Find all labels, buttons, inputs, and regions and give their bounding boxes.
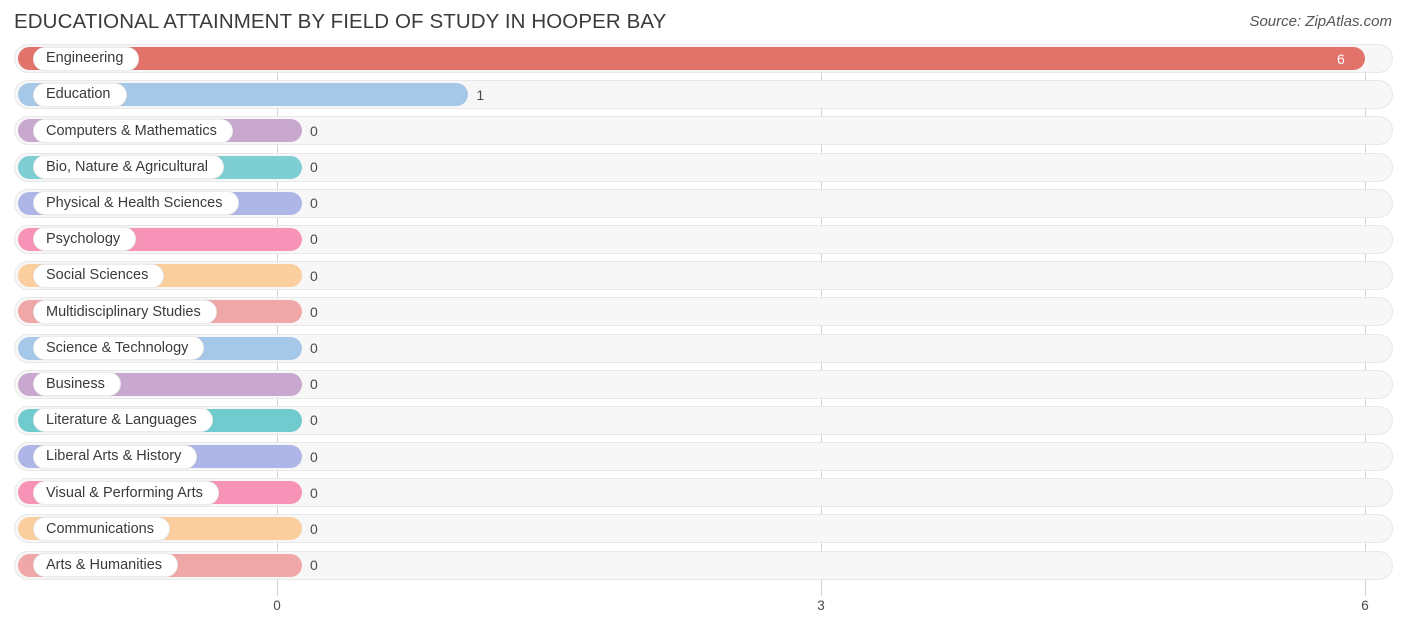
category-label-pill: Business	[33, 372, 121, 397]
page-title: EDUCATIONAL ATTAINMENT BY FIELD OF STUDY…	[14, 10, 667, 33]
category-label: Psychology	[46, 231, 121, 248]
category-label-pill: Engineering	[33, 46, 140, 71]
bar-row: Bio, Nature & Agricultural 0	[0, 152, 1406, 182]
x-axis-tick-label: 6	[1361, 598, 1369, 613]
bar-value-label: 1	[476, 86, 485, 103]
bar-row: Multidisciplinary Studies 0	[0, 297, 1406, 327]
chart-plot-area: Engineering 6 Education 1 Computers & Mathem…	[0, 44, 1406, 596]
category-label: Business	[46, 375, 105, 392]
bar-value-label: 0	[310, 231, 318, 248]
bar-row: Visual & Performing Arts 0	[0, 478, 1406, 508]
source-attribution: Source: ZipAtlas.com	[1249, 13, 1392, 30]
category-label: Physical & Health Sciences	[46, 195, 223, 211]
bar-row: Liberal Arts & History 0	[0, 442, 1406, 472]
bar-row: Business 0	[0, 369, 1406, 399]
category-label-pill: Education	[33, 82, 127, 107]
bar-row: Education 1	[0, 80, 1406, 110]
category-label: Engineering	[46, 50, 124, 67]
x-axis: 0 3 6	[0, 596, 1406, 632]
bar-value-label: 0	[310, 195, 318, 212]
category-label-pill: Multidisciplinary Studies	[33, 299, 217, 324]
bar-value-label: 6	[1337, 50, 1345, 67]
bar-row: Physical & Health Sciences 0	[0, 188, 1406, 218]
category-label-pill: Literature & Languages	[33, 408, 213, 433]
category-label: Bio, Nature & Agricultural	[46, 158, 208, 175]
category-label: Communications	[46, 520, 154, 537]
category-label-pill: Communications	[33, 516, 170, 541]
category-label: Multidisciplinary Studies	[46, 303, 201, 320]
category-label-pill: Computers & Mathematics	[33, 118, 233, 143]
bar-row: Social Sciences 0	[0, 261, 1406, 291]
category-label: Science & Technology	[46, 339, 189, 356]
bar-row: Engineering 6	[0, 44, 1406, 73]
category-label-pill: Bio, Nature & Agricultural	[33, 155, 224, 180]
category-label: Literature & Languages	[46, 412, 197, 429]
x-axis-tick-label: 0	[273, 598, 281, 613]
x-axis-tick-label: 3	[817, 598, 825, 613]
chart-header: EDUCATIONAL ATTAINMENT BY FIELD OF STUDY…	[0, 0, 1406, 44]
bar-row: Arts & Humanities 0	[0, 550, 1406, 580]
bar-value-label: 0	[310, 303, 318, 320]
category-label-pill: Arts & Humanities	[33, 553, 179, 578]
bar-value-label: 0	[310, 267, 318, 284]
category-label: Education	[46, 86, 111, 103]
bar-row: Literature & Languages 0	[0, 405, 1406, 435]
bar-value-label: 0	[310, 448, 318, 465]
category-label-pill: Visual & Performing Arts	[33, 480, 219, 505]
bar-value-label: 0	[310, 484, 318, 501]
bar-value-label: 0	[310, 557, 318, 574]
category-label: Social Sciences	[46, 267, 149, 284]
bar-value-label: 0	[310, 340, 318, 356]
category-label-pill: Science & Technology	[33, 336, 205, 360]
bar-value-label: 0	[310, 159, 318, 176]
category-label-pill: Social Sciences	[33, 263, 165, 288]
category-label: Visual & Performing Arts	[46, 484, 203, 501]
bar-row: Psychology 0	[0, 224, 1406, 254]
bar-value-label: 0	[310, 520, 318, 537]
category-label-pill: Physical & Health Sciences	[33, 191, 239, 216]
bar-value-label: 0	[310, 122, 318, 139]
bar-value-label: 0	[310, 412, 318, 429]
bar-row: Computers & Mathematics 0	[0, 116, 1406, 146]
category-label-pill: Liberal Arts & History	[33, 444, 198, 469]
bar-value-label: 0	[310, 376, 318, 393]
bar-row: Science & Technology 0	[0, 333, 1406, 363]
category-label: Liberal Arts & History	[46, 448, 182, 465]
bar-rows: Engineering 6 Education 1 Computers & Mathem…	[0, 44, 1406, 587]
bar-fill[interactable]	[18, 47, 1365, 70]
category-label: Computers & Mathematics	[46, 122, 217, 139]
bar-row: Communications 0	[0, 514, 1406, 544]
category-label: Arts & Humanities	[46, 556, 163, 573]
category-label-pill: Psychology	[33, 227, 137, 252]
